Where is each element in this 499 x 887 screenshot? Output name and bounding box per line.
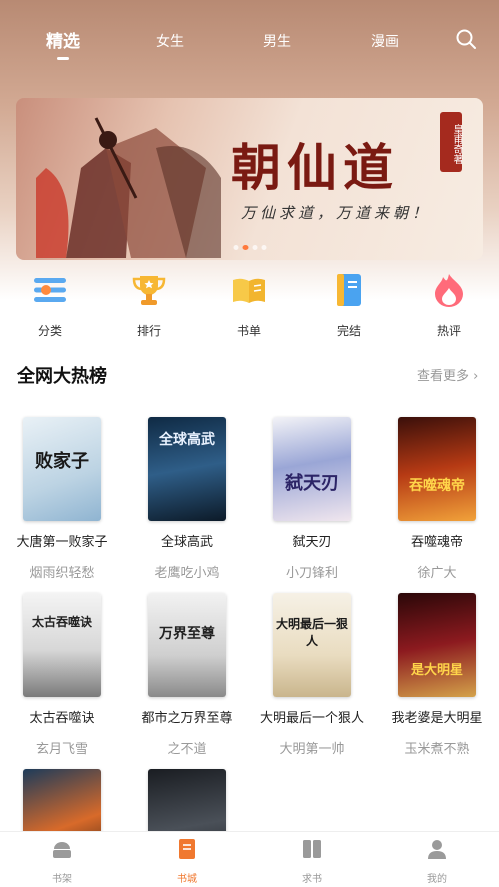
booklist-icon [233,278,265,303]
book-author: 徐广大 [417,566,457,581]
book-card[interactable]: 是大明星 我老婆是大明星 玉米煮不熟 [382,593,492,757]
banner-seal: 皇甫奇著 [440,112,462,172]
quick-nav-label: 完结 [336,324,361,338]
profile-icon [428,840,446,859]
quick-nav-label: 热评 [436,324,461,338]
book-author: 烟雨织轻愁 [29,566,95,581]
book-card[interactable]: 万界至尊 都市之万界至尊 之不道 [132,593,242,757]
book-cover: 全球高武 [148,417,226,521]
cover-text: 大明最后一狠人 [275,617,348,648]
cover-text: 全球高武 [159,432,215,448]
quick-nav-booklist[interactable]: 书单 [219,272,279,339]
trophy-icon [132,276,166,305]
book-title: 大唐第一败家子 [16,535,108,550]
finished-book-icon [337,274,361,306]
status-bar [0,0,499,22]
book-author: 之不道 [167,742,207,757]
book-title: 太古吞噬诀 [29,711,95,726]
book-title: 全球高武 [160,535,213,550]
book-title: 大明最后一个狠人 [259,711,364,726]
bookstore-icon [179,839,195,859]
banner-artwork [36,117,221,258]
category-icon [34,278,66,302]
banner-dot-active [242,245,248,250]
bottom-nav: 书架 书城 求书 我的 [0,831,499,887]
quick-nav: 分类 排行 书单 完结 热评 [0,272,499,342]
book-cover: 太古吞噬诀 [23,593,101,697]
book-author: 小刀锋利 [285,566,338,581]
cover-text: 吞噬魂帝 [409,478,465,494]
book-title: 我老婆是大明星 [391,711,483,726]
section-title: 全网大热榜 [17,366,107,387]
banner-pagination [233,245,266,250]
tab-featured[interactable]: 精选 [46,27,80,60]
book-card[interactable]: 吞噬魂帝 吞噬魂帝 徐广大 [382,417,492,581]
quick-nav-ranking[interactable]: 排行 [119,272,179,339]
quick-nav-label: 排行 [136,324,161,338]
tab-female[interactable]: 女生 [156,31,184,51]
quick-nav-category[interactable]: 分类 [20,272,80,339]
bottom-nav-bookshelf[interactable]: 书架 [32,838,92,885]
book-cover: 弑天刃 [273,417,351,521]
cover-text: 弑天刃 [285,473,339,494]
banner-dot [252,245,257,250]
flame-icon [435,274,463,307]
banner-subtitle: 万仙求道，万道来朝！ [241,204,432,222]
book-cover: 吞噬魂帝 [398,417,476,521]
bottom-nav-request[interactable]: 求书 [282,838,342,885]
book-card[interactable]: 弑天刃 弑天刃 小刀锋利 [257,417,367,581]
book-title: 都市之万界至尊 [141,711,233,726]
bottom-nav-bookstore[interactable]: 书城 [157,838,217,885]
book-author: 大明第一帅 [279,742,345,757]
banner-dot [233,245,238,250]
search-icon[interactable] [455,28,477,50]
bottom-nav-profile[interactable]: 我的 [407,838,467,885]
request-book-icon [303,840,321,858]
bottom-nav-label: 求书 [302,874,322,885]
book-card[interactable]: 大明最后一狠人 大明最后一个狠人 大明第一帅 [257,593,367,757]
bottom-nav-label: 我的 [427,874,447,885]
promo-banner[interactable]: 朝仙道 万仙求道，万道来朝！ 皇甫奇著 [16,98,483,260]
book-author: 玉米煮不熟 [404,742,470,757]
quick-nav-finished[interactable]: 完结 [319,272,379,339]
cover-text: 太古吞噬诀 [31,615,92,629]
bottom-nav-label: 书城 [177,874,197,885]
quick-nav-label: 书单 [236,324,261,338]
tab-comics[interactable]: 漫画 [371,31,399,51]
quick-nav-hot-comments[interactable]: 热评 [419,272,479,339]
banner-dot [261,245,266,250]
tab-label: 女生 [156,34,184,50]
book-cover: 大明最后一狠人 [273,593,351,697]
book-title: 吞噬魂帝 [410,535,463,550]
book-card[interactable]: 太古吞噬诀 太古吞噬诀 玄月飞雪 [7,593,117,757]
cover-text: 万界至尊 [159,626,215,642]
top-tabs: 精选 女生 男生 漫画 [0,28,499,68]
book-title: 弑天刃 [292,535,332,550]
cover-text: 是大明星 [410,663,463,678]
tab-label: 男生 [263,34,291,50]
book-cover: 万界至尊 [148,593,226,697]
tab-label: 漫画 [371,34,399,50]
book-card[interactable]: 败家子 大唐第一败家子 烟雨织轻愁 [7,417,117,581]
tab-label: 精选 [46,32,80,52]
book-author: 老鹰吃小鸡 [154,566,220,581]
tab-male[interactable]: 男生 [263,31,291,51]
tab-active-indicator [57,57,69,60]
cover-text: 败家子 [35,451,89,472]
quick-nav-label: 分类 [37,324,62,338]
book-cover: 是大明星 [398,593,476,697]
book-card[interactable]: 全球高武 全球高武 老鹰吃小鸡 [132,417,242,581]
book-author: 玄月飞雪 [35,742,88,757]
bookshelf-icon [53,842,71,858]
bottom-nav-label: 书架 [52,874,72,885]
banner-title: 朝仙道 [231,138,399,197]
book-cover: 败家子 [23,417,101,521]
see-more-link[interactable]: 查看更多 › [417,365,478,384]
